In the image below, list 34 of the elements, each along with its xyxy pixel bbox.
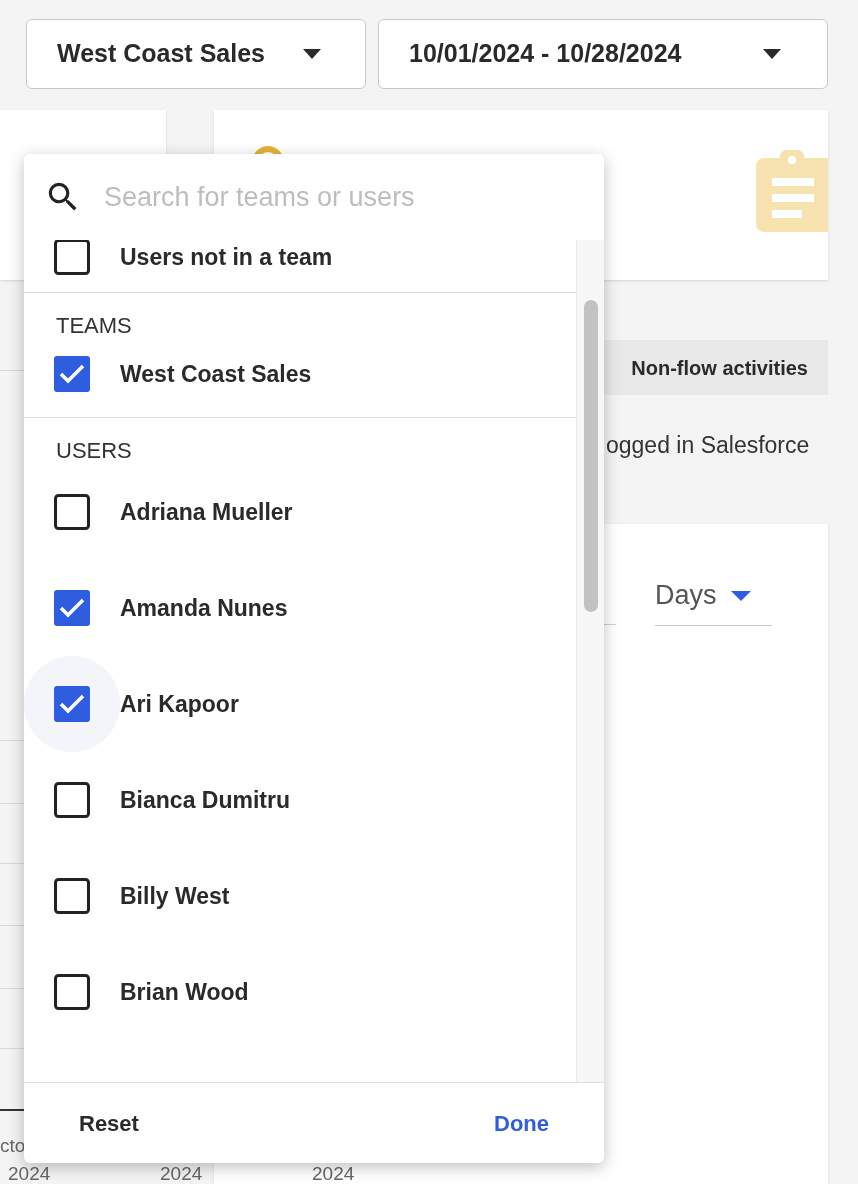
list-item[interactable]: Brian Wood <box>24 944 576 1040</box>
list-item[interactable]: West Coast Sales <box>24 339 576 409</box>
list-item[interactable]: Bianca Dumitru <box>24 752 576 848</box>
checkbox[interactable] <box>54 356 90 392</box>
reset-button[interactable]: Reset <box>64 1098 154 1148</box>
filter-chip[interactable]: Non-flow activities <box>604 340 828 395</box>
list-item[interactable]: Amanda Nunes <box>24 560 576 656</box>
search-field[interactable]: Search for teams or users <box>104 172 584 222</box>
caret-icon <box>730 590 751 601</box>
checkbox[interactable] <box>54 782 90 818</box>
axis-label: 2024 <box>160 1163 203 1184</box>
team-dropdown[interactable]: West Coast Sales <box>26 19 366 89</box>
checkbox[interactable] <box>54 686 90 722</box>
list-item[interactable]: Adriana Mueller <box>24 464 576 560</box>
checkbox[interactable] <box>54 494 90 530</box>
list-item[interactable]: Billy West <box>24 848 576 944</box>
period-dropdown[interactable]: Days <box>655 566 772 626</box>
section-heading: TEAMS <box>55 312 133 339</box>
checkbox[interactable] <box>54 240 90 275</box>
axis-label: 2024 <box>312 1163 355 1184</box>
checkbox[interactable] <box>54 974 90 1010</box>
scrollbar-thumb[interactable] <box>584 300 598 612</box>
caret-icon <box>763 49 781 59</box>
checkbox[interactable] <box>54 878 90 914</box>
done-button[interactable]: Done <box>479 1098 564 1148</box>
caret-icon <box>303 49 321 59</box>
date-range-dropdown[interactable]: 10/01/2024 - 10/28/2024 <box>378 19 828 89</box>
checkbox[interactable] <box>54 590 90 626</box>
list-item[interactable]: Users not in a team <box>24 240 576 292</box>
axis-label: cto <box>0 1135 26 1156</box>
section-heading: USERS <box>55 437 133 464</box>
caption-text: ogged in Salesforce <box>606 431 810 460</box>
list-item[interactable]: Ari Kapoor <box>24 656 576 752</box>
axis-label: 2024 <box>8 1163 51 1184</box>
